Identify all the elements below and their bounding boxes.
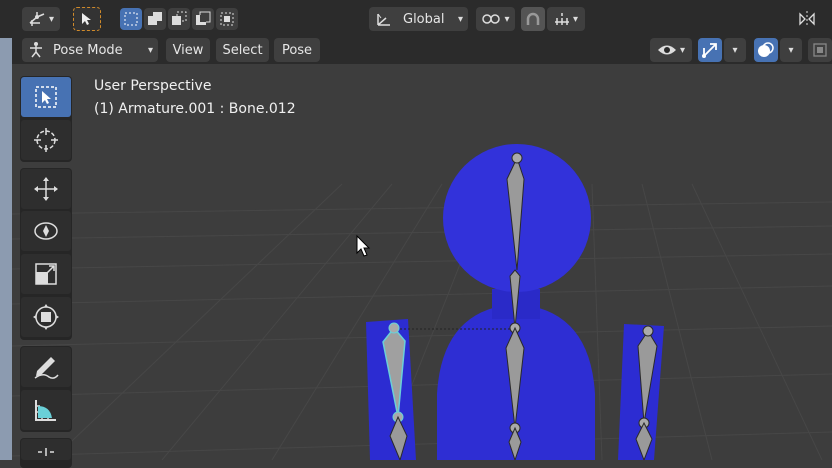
chevron-down-icon: ▾ <box>788 44 794 56</box>
scale-icon <box>35 263 57 285</box>
snap-increment-icon <box>554 13 569 25</box>
select-mode-new-button[interactable] <box>120 8 142 30</box>
eye-icon <box>657 45 676 55</box>
window-edge <box>0 0 12 460</box>
cursor-arrow-icon <box>82 13 91 25</box>
tool-scale[interactable] <box>21 254 71 294</box>
transform-icon <box>33 304 59 330</box>
pivot-icon <box>482 14 501 24</box>
chevron-down-icon: ▾ <box>504 13 510 25</box>
select-mode-extend-button[interactable] <box>144 8 166 30</box>
3d-viewport[interactable]: User Perspective (1) Armature.001 : Bone… <box>12 64 832 460</box>
tool-rotate[interactable] <box>21 211 71 251</box>
gizmo-toggle[interactable] <box>698 38 722 62</box>
overlays-icon <box>758 42 774 57</box>
xray-icon <box>813 43 827 57</box>
menu-select[interactable]: Select <box>216 38 269 62</box>
chevron-down-icon: ▾ <box>457 13 463 25</box>
overlays-dropdown[interactable]: ▾ <box>780 38 802 62</box>
tool-move[interactable] <box>21 169 71 209</box>
snap-target-dropdown[interactable]: ▾ <box>547 7 585 31</box>
menu-view[interactable]: View <box>166 38 210 62</box>
chevron-down-icon: ▾ <box>679 44 686 56</box>
tool-annotate[interactable] <box>21 347 71 387</box>
ruler-icon <box>35 400 56 421</box>
visibility-dropdown[interactable]: ▾ <box>650 38 692 62</box>
toolbar <box>20 76 72 468</box>
tool-select-box[interactable] <box>21 77 71 117</box>
active-tool-button[interactable] <box>73 7 101 31</box>
mirror-button[interactable] <box>795 7 819 31</box>
cursor-crosshair-icon <box>34 128 58 152</box>
tool-more[interactable] <box>21 439 71 460</box>
transform-orientation-dropdown[interactable]: Global ▾ <box>369 7 468 31</box>
tool-measure[interactable] <box>21 390 71 430</box>
mirror-icon <box>799 11 815 27</box>
add-object-icon <box>38 447 54 456</box>
select-invert-icon <box>196 11 211 25</box>
mode-dropdown[interactable]: Pose Mode ▾ <box>22 38 158 62</box>
chevron-down-icon: ▾ <box>732 44 738 56</box>
select-new-icon <box>124 12 138 26</box>
magnet-icon <box>526 12 540 25</box>
mouse-cursor-icon <box>356 234 371 257</box>
xray-toggle[interactable] <box>808 38 832 62</box>
select-subtract-icon <box>172 11 187 25</box>
select-mode-subtract-button[interactable] <box>168 8 190 30</box>
select-mode-intersect-button[interactable] <box>216 8 238 30</box>
selection-info: (1) Armature.001 : Bone.012 <box>94 101 296 117</box>
pencil-icon <box>34 357 59 379</box>
gizmo-icon <box>702 43 717 58</box>
rotate-icon <box>34 222 58 240</box>
tool-cursor[interactable] <box>21 120 71 160</box>
pivot-point-dropdown[interactable]: ▾ <box>476 7 515 31</box>
orientation-label: Global <box>403 11 445 27</box>
view-name: User Perspective <box>94 78 212 94</box>
editor-type-button[interactable]: ▾ <box>22 7 60 31</box>
floor-grid <box>12 183 832 460</box>
menu-pose[interactable]: Pose <box>274 38 320 62</box>
snap-toggle[interactable] <box>521 7 545 31</box>
top-header: ▾ Global ▾ ▾ ▾ <box>0 0 832 38</box>
viewport-scene <box>12 144 832 460</box>
overlays-toggle[interactable] <box>754 38 778 62</box>
orientation-icon <box>377 13 390 26</box>
gizmo-dropdown[interactable]: ▾ <box>724 38 746 62</box>
move-icon <box>34 177 58 201</box>
select-extend-icon <box>148 12 162 25</box>
chevron-down-icon: ▾ <box>147 44 153 56</box>
select-intersect-icon <box>220 12 234 26</box>
chevron-down-icon: ▾ <box>48 13 55 25</box>
select-mode-invert-button[interactable] <box>192 8 214 30</box>
pose-icon <box>30 42 42 58</box>
select-box-icon <box>35 86 57 108</box>
chevron-down-icon: ▾ <box>572 13 579 25</box>
axes-editor-icon <box>29 12 45 26</box>
mode-label: Pose Mode <box>53 42 123 58</box>
tool-transform[interactable] <box>21 297 71 337</box>
